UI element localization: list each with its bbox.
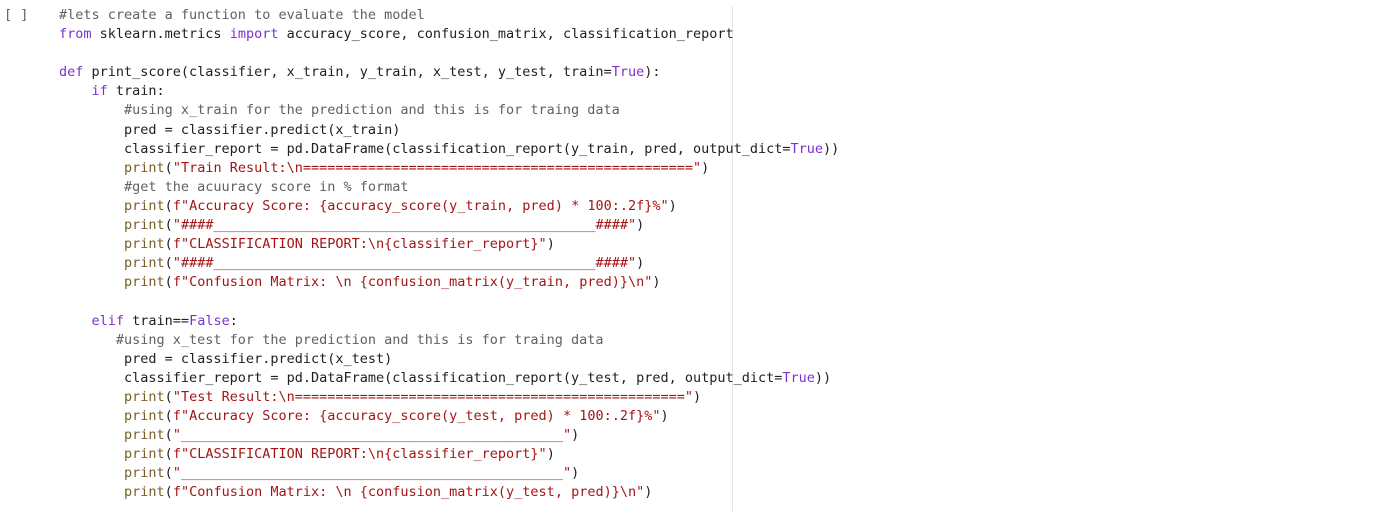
code-line[interactable]: classifier_report = pd.DataFrame(classif… — [59, 140, 839, 159]
code-line[interactable]: elif train==False: — [59, 312, 839, 331]
code-line[interactable]: #using x_train for the prediction and th… — [59, 101, 839, 120]
code-line[interactable]: print(f"Confusion Matrix: \n {confusion_… — [59, 483, 839, 502]
code-line[interactable]: #using x_test for the prediction and thi… — [59, 331, 839, 350]
code-line[interactable]: def print_score(classifier, x_train, y_t… — [59, 63, 839, 82]
cell-run-prompt[interactable]: [ ] — [4, 6, 28, 25]
code-line[interactable]: ​ — [59, 44, 839, 63]
code-line[interactable]: pred = classifier.predict(x_train) — [59, 121, 839, 140]
code-line[interactable]: print(f"CLASSIFICATION REPORT:\n{classif… — [59, 445, 839, 464]
code-line[interactable]: ​ — [59, 292, 839, 311]
code-line[interactable]: print(f"CLASSIFICATION REPORT:\n{classif… — [59, 235, 839, 254]
code-line[interactable]: print("####_____________________________… — [59, 254, 839, 273]
code-line[interactable]: #lets create a function to evaluate the … — [59, 6, 839, 25]
code-line[interactable]: print("Test Result:\n===================… — [59, 388, 839, 407]
code-line[interactable]: print("Train Result:\n==================… — [59, 159, 839, 178]
code-line[interactable]: if train: — [59, 82, 839, 101]
code-line[interactable]: print("####_____________________________… — [59, 216, 839, 235]
code-line[interactable]: from sklearn.metrics import accuracy_sco… — [59, 25, 839, 44]
code-line[interactable]: print(f"Accuracy Score: {accuracy_score(… — [59, 197, 839, 216]
code-line[interactable]: print("_________________________________… — [59, 464, 839, 483]
code-line[interactable]: print(f"Confusion Matrix: \n {confusion_… — [59, 273, 839, 292]
code-line[interactable]: pred = classifier.predict(x_test) — [59, 350, 839, 369]
code-line[interactable]: print(f"Accuracy Score: {accuracy_score(… — [59, 407, 839, 426]
code-line[interactable]: classifier_report = pd.DataFrame(classif… — [59, 369, 839, 388]
code-editor[interactable]: #lets create a function to evaluate the … — [59, 6, 839, 502]
notebook-code-cell[interactable]: [ ] #lets create a function to evaluate … — [0, 0, 1379, 515]
code-line[interactable]: #get the acuuracy score in % format — [59, 178, 839, 197]
code-line[interactable]: print("_________________________________… — [59, 426, 839, 445]
